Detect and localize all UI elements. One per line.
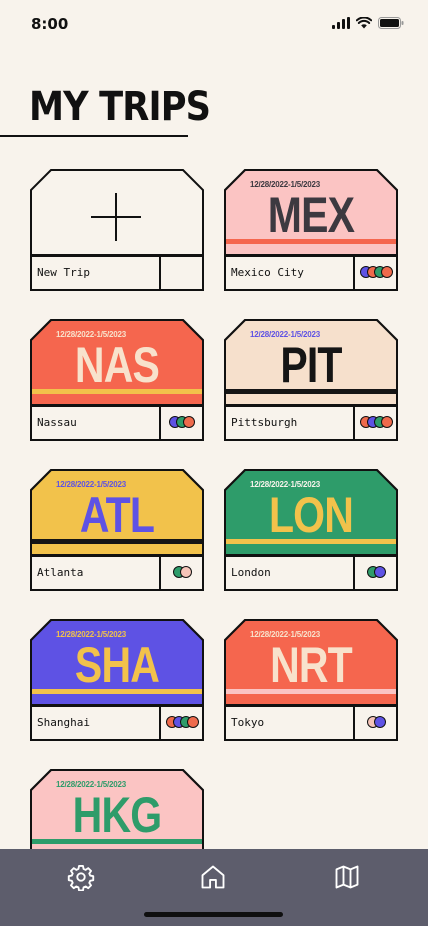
home-icon[interactable] xyxy=(199,863,227,891)
traveler-avatars xyxy=(359,416,393,428)
avatar xyxy=(179,566,192,578)
trip-card[interactable]: 12/28/2022-1/5/2023 NRT Tokyo xyxy=(224,619,398,742)
status-icons xyxy=(332,17,404,29)
page-title: MY TRIPS xyxy=(29,84,211,130)
avatar xyxy=(380,266,393,278)
airport-code: MEX xyxy=(267,187,355,243)
avatar xyxy=(373,566,386,578)
traveler-avatars xyxy=(366,566,386,578)
trip-card[interactable]: 12/28/2022-1/5/2023 NAS Nassau xyxy=(30,319,204,442)
new-trip-card[interactable]: New Trip xyxy=(30,169,204,292)
airport-code: NAS xyxy=(74,337,160,393)
title-underline xyxy=(0,135,188,137)
avatar xyxy=(373,716,386,728)
traveler-avatars xyxy=(359,266,393,278)
trip-city: Tokyo xyxy=(231,716,265,729)
trip-card[interactable]: 12/28/2022-1/5/2023 SHA Shanghai xyxy=(30,619,204,742)
trip-card[interactable]: 12/28/2022-1/5/2023 LON London xyxy=(224,469,398,592)
home-indicator xyxy=(144,912,283,917)
avatar xyxy=(183,416,195,428)
map-icon[interactable] xyxy=(333,863,361,891)
battery-icon xyxy=(378,17,404,29)
status-time: 8:00 xyxy=(31,15,69,33)
trip-city: Shanghai xyxy=(37,716,90,729)
trip-city: Mexico City xyxy=(231,266,304,279)
avatar xyxy=(186,716,199,728)
trip-city: London xyxy=(231,566,271,579)
airport-code: HKG xyxy=(72,787,162,843)
status-bar: 8:00 xyxy=(0,0,428,50)
traveler-avatars xyxy=(169,416,195,428)
trip-card[interactable]: 12/28/2022-1/5/2023 ATL Atlanta xyxy=(30,469,204,592)
plus-icon xyxy=(91,193,141,241)
airport-code: NRT xyxy=(270,637,353,693)
traveler-avatars xyxy=(172,566,192,578)
trip-city: Pittsburgh xyxy=(231,416,298,429)
trip-city: Nassau xyxy=(37,416,77,429)
airport-code: PIT xyxy=(280,337,342,393)
trip-card[interactable]: 12/28/2022-1/5/2023 MEX Mexico City xyxy=(224,169,398,292)
avatar xyxy=(380,416,393,428)
airport-code: LON xyxy=(268,487,354,543)
trip-card[interactable]: 12/28/2022-1/5/2023 PIT Pittsburgh xyxy=(224,319,398,442)
gear-icon[interactable] xyxy=(67,863,95,891)
traveler-avatars xyxy=(165,716,199,728)
airport-code: ATL xyxy=(79,487,155,543)
trip-city: Atlanta xyxy=(37,566,84,579)
new-trip-label: New Trip xyxy=(37,266,90,279)
wifi-icon xyxy=(356,17,372,29)
traveler-avatars xyxy=(366,716,386,728)
airport-code: SHA xyxy=(74,637,160,693)
signal-icon xyxy=(332,17,350,29)
